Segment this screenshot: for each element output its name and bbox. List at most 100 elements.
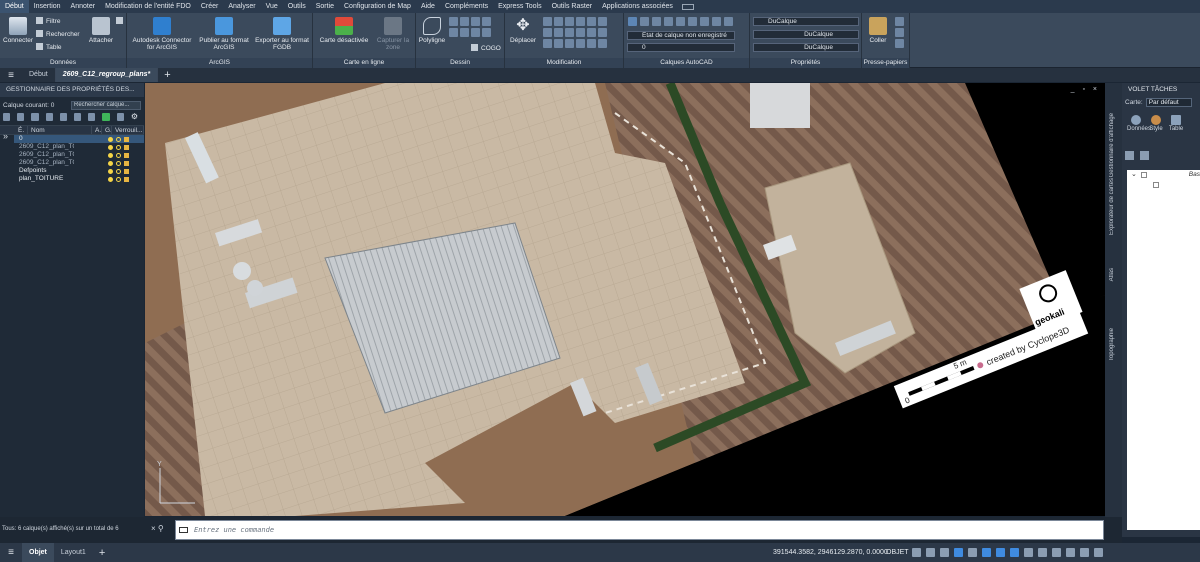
- sun-icon[interactable]: [116, 176, 121, 182]
- layer-iso-icon[interactable]: [640, 17, 649, 26]
- workspace-gear-icon[interactable]: [1038, 548, 1047, 557]
- layer-row[interactable]: plan_TOITURE: [14, 175, 144, 183]
- autodesk-connector-button[interactable]: Autodesk Connector for ArcGIS: [129, 17, 195, 51]
- lineweight-dropdown[interactable]: DuCalque: [753, 43, 859, 52]
- polar-icon[interactable]: [954, 548, 963, 557]
- panel-title-modification[interactable]: Modification: [505, 58, 623, 68]
- tab-active-drawing[interactable]: 2609_C12_regroup_plans*: [55, 68, 159, 82]
- line-icon[interactable]: [460, 17, 469, 26]
- copy-icon[interactable]: [587, 17, 596, 26]
- pencil-icon[interactable]: [598, 39, 607, 48]
- layer-group-icon[interactable]: [88, 113, 96, 121]
- tab-donnees[interactable]: Données: [1127, 115, 1151, 132]
- join-icon[interactable]: [554, 39, 563, 48]
- expand-panel-icon[interactable]: »: [3, 131, 8, 141]
- panel-title-calques[interactable]: Calques AutoCAD: [624, 58, 749, 68]
- spline-icon[interactable]: [460, 28, 469, 37]
- rechercher-button[interactable]: Rechercher: [36, 30, 80, 39]
- chevron-down-icon[interactable]: ⌄: [1131, 170, 1137, 180]
- copy-base-icon[interactable]: [895, 39, 904, 48]
- filtre-button[interactable]: Filtre: [36, 17, 60, 26]
- menu-debut[interactable]: Début: [0, 0, 29, 13]
- fullscreen-icon[interactable]: [1080, 548, 1089, 557]
- layer-row[interactable]: 0: [14, 135, 144, 143]
- hatch-icon[interactable]: [482, 28, 491, 37]
- tab-style[interactable]: Style: [1147, 115, 1165, 132]
- current-layer-dropdown[interactable]: 0: [627, 43, 735, 52]
- set-current-icon[interactable]: [45, 113, 53, 121]
- transparency-icon[interactable]: [1010, 548, 1019, 557]
- menu-sortie[interactable]: Sortie: [311, 0, 339, 13]
- app-menu-icon[interactable]: ≡: [0, 68, 22, 82]
- menu-aide[interactable]: Aide: [416, 0, 440, 13]
- checkbox[interactable]: [1140, 172, 1147, 178]
- coller-button[interactable]: Coller: [864, 17, 892, 44]
- delete-layer-icon[interactable]: [31, 113, 39, 121]
- polyligne-button[interactable]: Polyligne: [417, 17, 447, 44]
- menu-express-tools[interactable]: Express Tools: [493, 0, 546, 13]
- menu-insertion[interactable]: Insertion: [29, 0, 66, 13]
- mirror-icon[interactable]: [598, 17, 607, 26]
- layer-filter-icon[interactable]: [74, 113, 82, 121]
- layers-icon[interactable]: [1125, 151, 1134, 160]
- side-tab-atlas[interactable]: Atlas: [1109, 268, 1115, 281]
- new-tab-icon[interactable]: +: [158, 68, 176, 82]
- trim-icon[interactable]: [554, 17, 563, 26]
- lineweight-icon[interactable]: [996, 548, 1005, 557]
- menu-modification-fdo[interactable]: Modification de l'entité FDO: [100, 0, 196, 13]
- array-icon[interactable]: [565, 28, 574, 37]
- tab-debut[interactable]: Début: [22, 68, 56, 82]
- circle-icon[interactable]: [449, 28, 458, 37]
- offset-icon[interactable]: [576, 28, 585, 37]
- new-layer-icon[interactable]: [3, 113, 11, 121]
- side-tab-map-explorer[interactable]: Explorateur de cartes: [1109, 178, 1115, 235]
- sun-icon[interactable]: [116, 136, 121, 142]
- viewport-window-controls[interactable]: _ ▫ ×: [1071, 86, 1100, 93]
- gear-icon[interactable]: ⚙: [131, 113, 138, 121]
- rect-icon[interactable]: [471, 28, 480, 37]
- sun-icon[interactable]: [116, 160, 121, 166]
- model-space-toggle[interactable]: OBJET: [886, 543, 909, 562]
- capturer-zone-button[interactable]: Capturer la zone: [373, 17, 413, 51]
- extend-icon[interactable]: [565, 17, 574, 26]
- stretch-icon[interactable]: [543, 28, 552, 37]
- annotation-icon[interactable]: [1024, 548, 1033, 557]
- attacher-button[interactable]: Attacher: [87, 17, 115, 44]
- menu-annoter[interactable]: Annoter: [66, 0, 101, 13]
- layer-freeze-icon[interactable]: [664, 17, 673, 26]
- layer-style-icon[interactable]: [1140, 151, 1149, 160]
- connecter-button[interactable]: Connecter: [3, 17, 33, 44]
- layer-properties-icon[interactable]: [628, 17, 637, 26]
- tab-model[interactable]: Objet: [22, 543, 54, 562]
- arc-icon[interactable]: [449, 17, 458, 26]
- isolate-icon[interactable]: [1052, 548, 1061, 557]
- lock-icon[interactable]: [124, 144, 129, 150]
- menu-outils[interactable]: Outils: [283, 0, 311, 13]
- osnap-icon[interactable]: [968, 548, 977, 557]
- col-nom[interactable]: Nom: [28, 126, 92, 134]
- layer-state-dropdown[interactable]: État de calque non enregistré: [627, 31, 735, 40]
- publier-arcgis-button[interactable]: Publier au format ArcGIS: [195, 17, 253, 51]
- rotate-icon[interactable]: [543, 17, 552, 26]
- exporter-fgdb-button[interactable]: Exporter au format FGDB: [253, 17, 311, 51]
- panel-title-donnees[interactable]: Données: [0, 58, 126, 68]
- align-icon[interactable]: [576, 39, 585, 48]
- lock-icon[interactable]: [124, 152, 129, 158]
- break-icon[interactable]: [543, 39, 552, 48]
- fillet-icon[interactable]: [576, 17, 585, 26]
- layer-walk-icon[interactable]: [712, 17, 721, 26]
- carte-dropdown[interactable]: Par défaut: [1145, 97, 1192, 107]
- panel-title-proprietes[interactable]: Propriétés: [750, 58, 861, 68]
- layer-search-input[interactable]: Rechercher calque...: [71, 100, 141, 110]
- bulb-icon[interactable]: [108, 160, 113, 166]
- lock-icon[interactable]: [124, 168, 129, 174]
- otrack-icon[interactable]: [982, 548, 991, 557]
- side-tab-topographie[interactable]: Topographie: [1109, 328, 1115, 361]
- lock-icon[interactable]: [124, 136, 129, 142]
- menu-analyser[interactable]: Analyser: [223, 0, 260, 13]
- layer-match-icon[interactable]: [688, 17, 697, 26]
- layer-merge-icon[interactable]: [724, 17, 733, 26]
- scale-icon[interactable]: [554, 28, 563, 37]
- layer-row[interactable]: Defpoints: [14, 167, 144, 175]
- point-icon[interactable]: [471, 17, 480, 26]
